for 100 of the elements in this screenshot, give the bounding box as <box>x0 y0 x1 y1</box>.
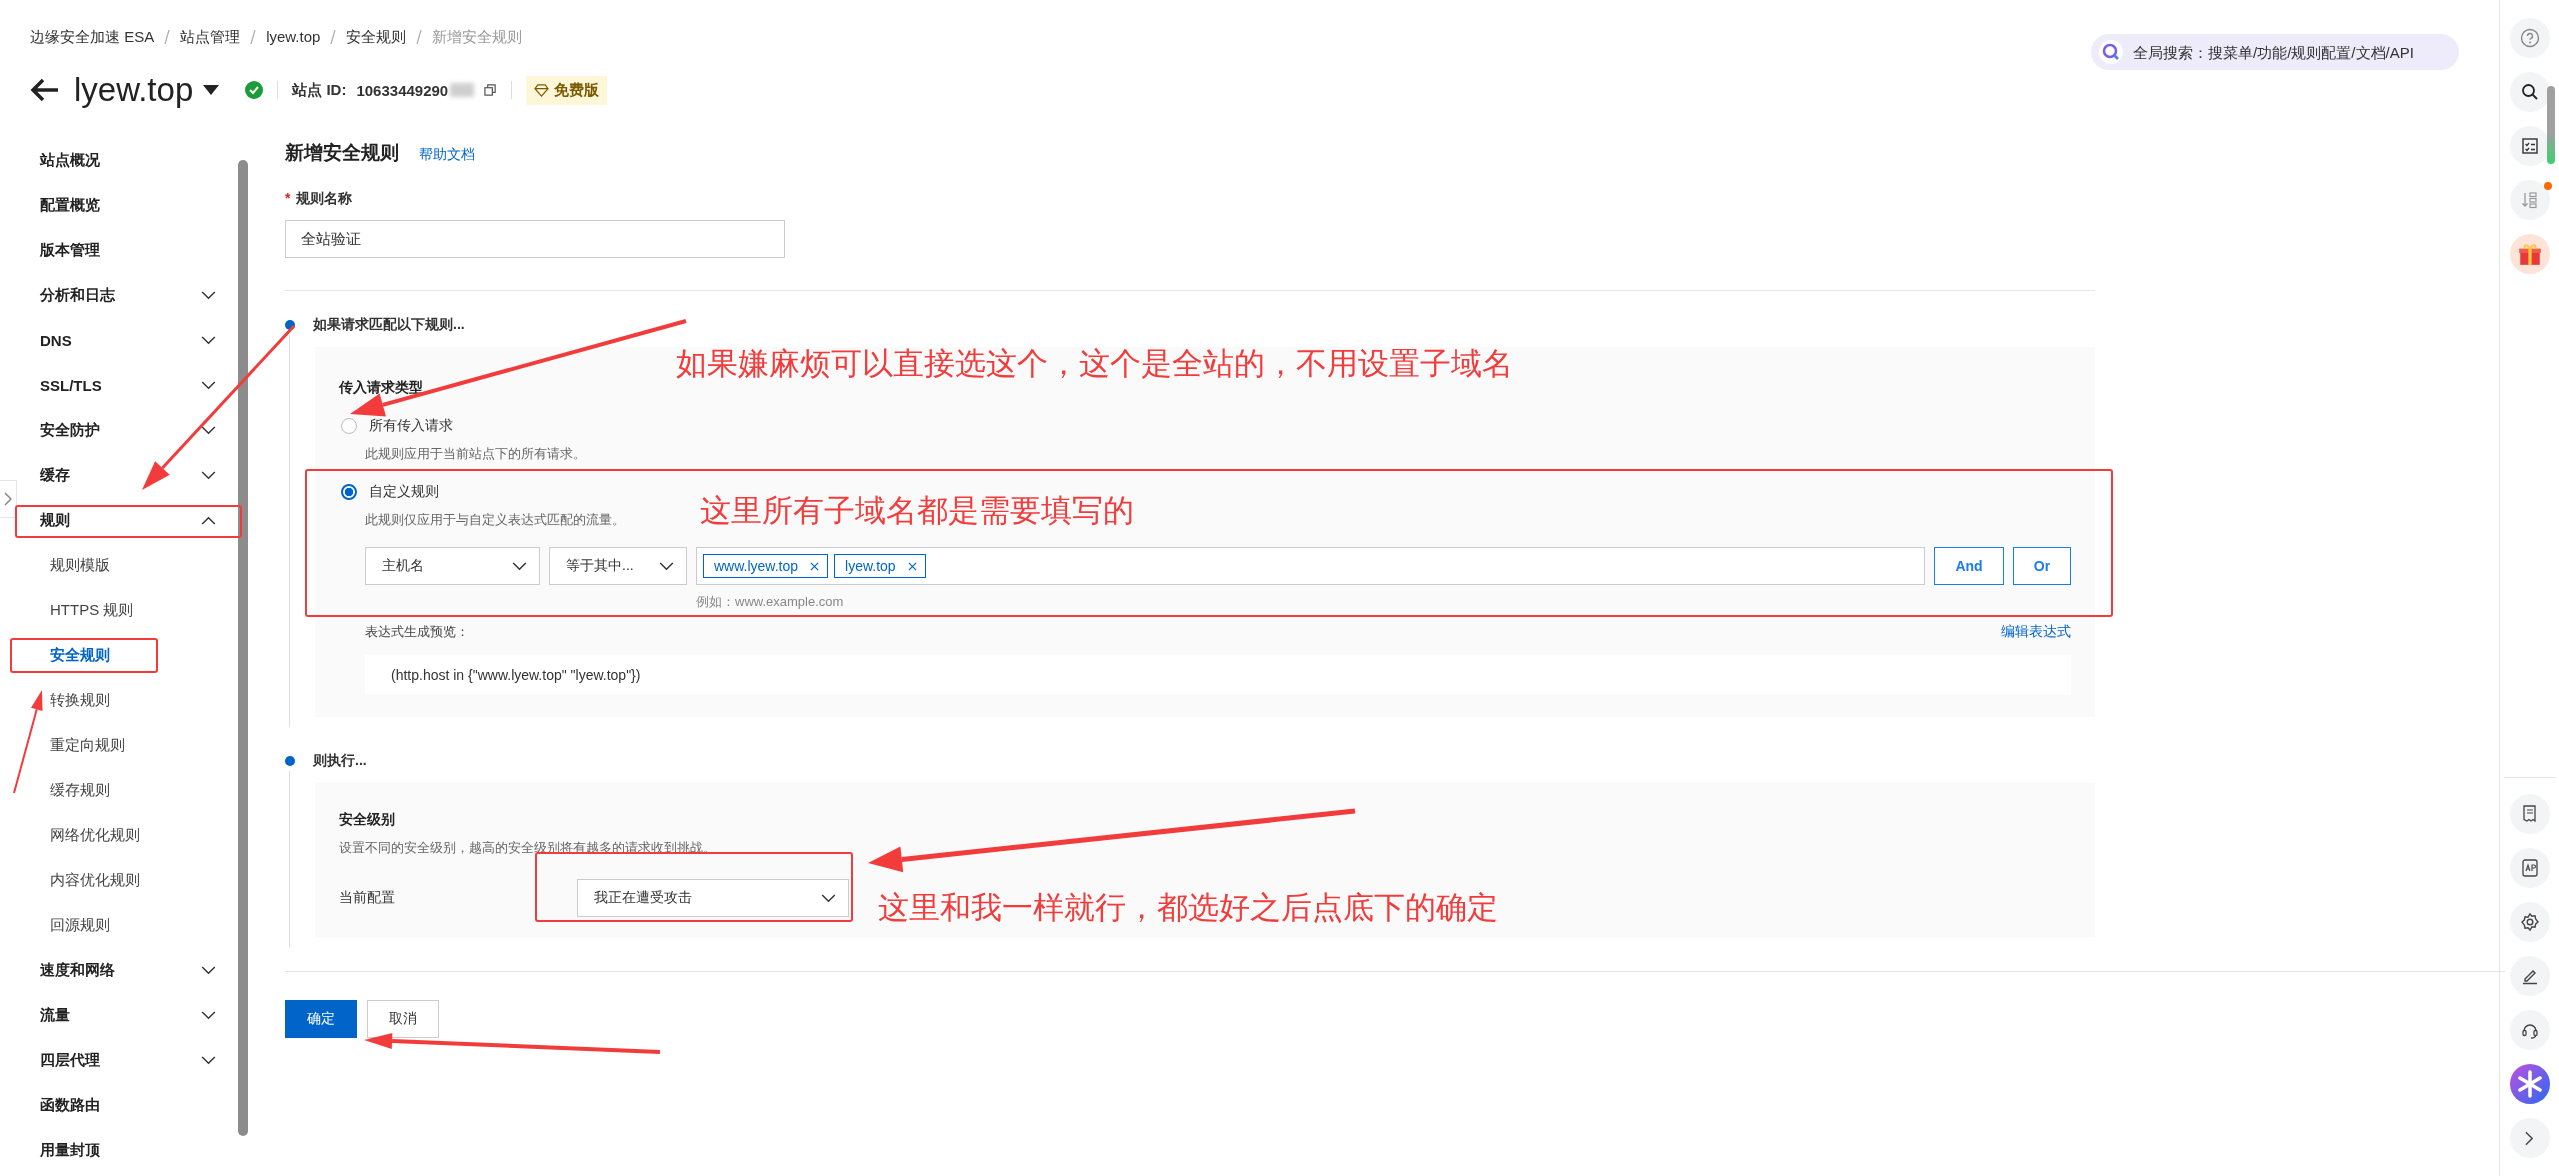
search-icon[interactable] <box>2509 72 2550 112</box>
chevron-down-icon <box>821 893 836 903</box>
sort-icon <box>2519 190 2540 210</box>
field-label: 当前配置 <box>339 889 396 907</box>
value-tag[interactable]: www.lyew.top <box>703 554 829 578</box>
notification-dot <box>2543 182 2552 190</box>
scrollbar[interactable] <box>2547 86 2555 164</box>
confirm-button[interactable]: 确定 <box>285 1000 357 1038</box>
site-id: 10633449290 <box>356 81 449 99</box>
option-description: 此规则应用于当前站点下的所有请求。 <box>365 445 587 463</box>
receipt-icon[interactable] <box>2509 794 2550 834</box>
operator-dropdown[interactable]: 等于其中... <box>549 547 687 585</box>
breadcrumb-separator <box>416 30 423 44</box>
field-label: 安全级别 <box>339 811 396 829</box>
chevron-down-icon <box>201 966 216 975</box>
value-tag[interactable]: lyew.top <box>834 554 926 578</box>
logic-button[interactable]: And <box>1934 547 2004 585</box>
logic-button[interactable]: Or <box>2013 547 2071 585</box>
radio-button[interactable] <box>341 418 357 434</box>
chevron-down-icon <box>201 426 216 435</box>
diamond-icon <box>534 83 550 97</box>
sidebar-toggle[interactable] <box>0 480 17 518</box>
field-label: 规则名称 <box>296 190 353 208</box>
sidebar-subitem[interactable]: 安全规则 <box>0 633 232 678</box>
breadcrumb-link[interactable]: 边缘安全加速 ESA <box>30 26 155 48</box>
field-dropdown[interactable]: 主机名 <box>365 547 540 585</box>
back-arrow-icon[interactable] <box>30 77 60 103</box>
sidebar-subitem[interactable]: 网络优化规则 <box>0 813 232 858</box>
chevron-down-icon <box>201 291 216 300</box>
rule-name-field[interactable]: 全站验证 <box>285 220 785 258</box>
security-level-dropdown[interactable]: 我正在遭受攻击 <box>577 879 849 917</box>
sidebar-item[interactable]: 安全防护 <box>0 408 232 453</box>
scrollbar[interactable] <box>238 160 248 1136</box>
sidebar-item[interactable]: 站点概况 <box>0 138 232 183</box>
radio-button[interactable] <box>341 484 357 500</box>
cancel-button[interactable]: 取消 <box>367 1000 439 1038</box>
close-icon[interactable] <box>907 561 917 571</box>
sidebar-item[interactable]: 配置概览 <box>0 183 232 228</box>
sidebar-subitem[interactable]: HTTPS 规则 <box>0 588 232 633</box>
sidebar-item[interactable]: DNS <box>0 318 232 363</box>
annotation-text: 这里和我一样就行，都选好之后点底下的确定 <box>878 890 1498 926</box>
breadcrumb-link[interactable]: 站点管理 <box>180 26 241 48</box>
gift-icon[interactable] <box>2509 234 2550 274</box>
sidebar-subitem[interactable]: 内容优化规则 <box>0 858 232 903</box>
value-tag-field[interactable]: www.lyew.top lyew.top <box>696 547 1925 585</box>
sidebar-item[interactable]: 分析和日志 <box>0 273 232 318</box>
sidebar-subitem[interactable]: 缓存规则 <box>0 768 232 813</box>
sidebar-item[interactable]: 速度和网络 <box>0 948 232 993</box>
sidebar-item[interactable]: 四层代理 <box>0 1038 232 1083</box>
sidebar-item[interactable]: SSL/TLS <box>0 363 232 408</box>
api-icon[interactable] <box>2509 848 2550 888</box>
edit-expression-link[interactable]: 编辑表达式 <box>2001 623 2071 641</box>
plan-label: 免费版 <box>554 80 600 100</box>
redaction-blur <box>450 83 475 97</box>
pencil-icon[interactable] <box>2509 956 2550 996</box>
breadcrumb-separator <box>250 30 257 44</box>
settings-icon[interactable] <box>2509 902 2550 942</box>
chevron-down-icon <box>201 381 216 390</box>
field-hint: 例如：www.example.com <box>696 593 845 611</box>
global-search-field[interactable]: 全局搜索：搜菜单/功能/规则配置/文档/API <box>2091 34 2459 70</box>
expression-preview: (http.host in {"www.lyew.top" "lyew.top"}) <box>365 655 2071 695</box>
chevron-down-icon <box>201 1011 216 1020</box>
site-name[interactable]: lyew.top <box>74 71 194 109</box>
sidebar-subitem[interactable]: 重定向规则 <box>0 723 232 768</box>
help-icon[interactable] <box>2509 18 2550 58</box>
field-label: 表达式生成预览： <box>365 623 469 641</box>
breadcrumb-link[interactable]: lyew.top <box>266 26 321 48</box>
annotation-text: 这里所有子域名都是需要填写的 <box>700 493 1134 529</box>
breadcrumb-link[interactable]: 安全规则 <box>346 26 407 48</box>
sidebar-item[interactable]: 缓存 <box>0 453 232 498</box>
sidebar-item[interactable]: 用量封顶 <box>0 1128 232 1173</box>
sidebar-item[interactable]: 版本管理 <box>0 228 232 273</box>
section-title: 如果请求匹配以下规则... <box>313 316 465 334</box>
sidebar-item[interactable]: 函数路由 <box>0 1083 232 1128</box>
headset-icon[interactable] <box>2509 1010 2550 1050</box>
caret-icon[interactable] <box>203 85 220 95</box>
step-dot <box>285 320 295 330</box>
annotation-text: 如果嫌麻烦可以直接选这个，这个是全站的，不用设置子域名 <box>676 346 1513 382</box>
sidebar-item[interactable]: 流量 <box>0 993 232 1038</box>
radio-label[interactable]: 所有传入请求 <box>369 417 453 435</box>
copy-icon[interactable] <box>484 83 498 97</box>
sidebar-subitem[interactable]: 转换规则 <box>0 678 232 723</box>
page-title: 新增安全规则 <box>285 141 399 165</box>
chevron-right-icon <box>4 492 12 506</box>
sidebar-subitem[interactable]: 规则模版 <box>0 543 232 588</box>
chevron-down-icon <box>201 336 216 345</box>
chevron-down-icon <box>659 561 674 571</box>
sparkle-logo-icon[interactable] <box>2509 1064 2550 1104</box>
chevron-down-icon <box>512 561 527 571</box>
breadcrumb-separator <box>164 30 171 44</box>
chevron-down-icon <box>201 1056 216 1065</box>
radio-label[interactable]: 自定义规则 <box>369 483 439 501</box>
breadcrumb-separator <box>330 30 337 44</box>
sort-button[interactable] <box>2509 180 2550 220</box>
sidebar-subitem[interactable]: 回源规则 <box>0 903 232 948</box>
sidebar-item[interactable]: 规则 <box>0 498 232 543</box>
required-mark: * <box>285 190 291 208</box>
close-icon[interactable] <box>810 561 820 571</box>
help-link[interactable]: 帮助文档 <box>419 146 475 164</box>
checklist-icon[interactable] <box>2509 126 2550 166</box>
